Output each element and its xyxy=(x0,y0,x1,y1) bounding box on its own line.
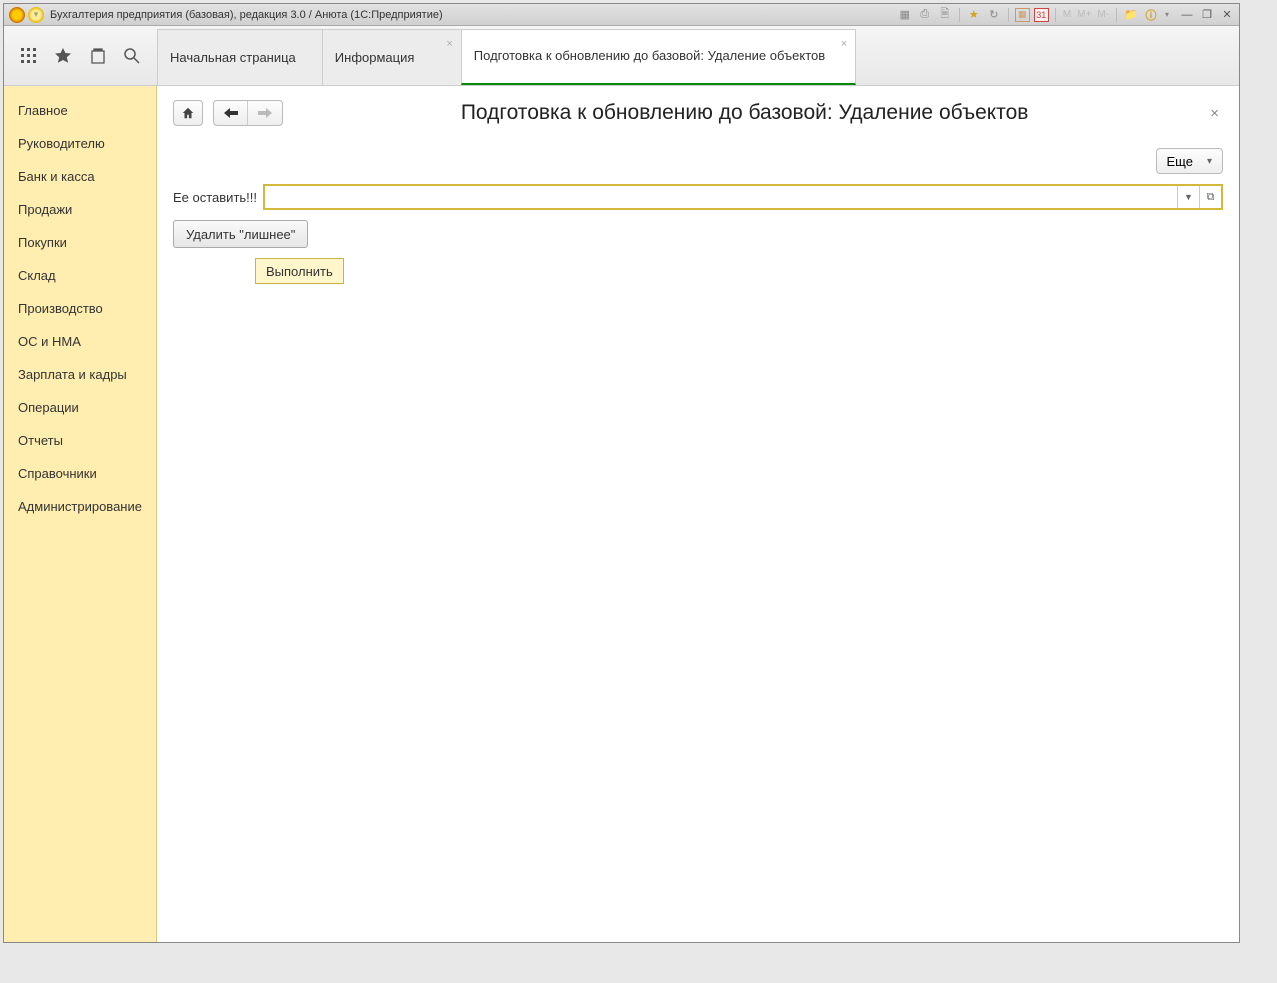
star-icon[interactable] xyxy=(53,46,73,66)
sidebar-item-label: Склад xyxy=(18,268,56,283)
info-menu-icon[interactable]: ▾ xyxy=(1159,7,1175,23)
window-title: Бухгалтерия предприятия (базовая), редак… xyxy=(50,9,443,21)
sidebar-item-label: Главное xyxy=(18,103,68,118)
sidebar-item-main[interactable]: Главное xyxy=(4,94,156,127)
sidebar-item-label: Покупки xyxy=(18,235,67,250)
delete-extra-button[interactable]: Удалить "лишнее" xyxy=(173,220,308,248)
sidebar-item-purchases[interactable]: Покупки xyxy=(4,226,156,259)
page-title: Подготовка к обновлению до базовой: Удал… xyxy=(293,101,1196,125)
open-dialog-icon[interactable]: ⧉ xyxy=(1199,186,1221,208)
keep-field-wrap: ▼ ⧉ xyxy=(263,184,1223,210)
tab-label: Начальная страница xyxy=(170,50,296,65)
home-icon xyxy=(181,106,195,120)
sidebar-item-sales[interactable]: Продажи xyxy=(4,193,156,226)
arrow-right-icon xyxy=(257,107,273,119)
print-icon[interactable]: ⎙ xyxy=(917,7,933,23)
separator xyxy=(1116,8,1117,22)
tab-close-icon[interactable]: × xyxy=(841,38,847,52)
sidebar-item-label: Зарплата и кадры xyxy=(18,367,127,382)
info-icon[interactable]: ⓘ xyxy=(1143,7,1159,23)
history-icon[interactable]: ↻ xyxy=(986,7,1002,23)
close-button[interactable]: ✕ xyxy=(1219,8,1235,22)
tab-label: Информация xyxy=(335,50,415,65)
sidebar-item-label: Банк и касса xyxy=(18,169,95,184)
tab-information[interactable]: Информация × xyxy=(322,29,462,85)
sidebar-item-production[interactable]: Производство xyxy=(4,292,156,325)
favorite-icon[interactable]: ★ xyxy=(966,7,982,23)
sidebar-item-label: ОС и НМА xyxy=(18,334,81,349)
sidebar-item-label: Администрирование xyxy=(18,499,142,514)
memory-mminus[interactable]: M- xyxy=(1096,9,1110,20)
sidebar-item-directories[interactable]: Справочники xyxy=(4,457,156,490)
sidebar-item-admin[interactable]: Администрирование xyxy=(4,490,156,523)
more-label: Еще xyxy=(1167,154,1193,169)
sidebar-item-label: Справочники xyxy=(18,466,97,481)
tab-prepare-update[interactable]: Подготовка к обновлению до базовой: Удал… xyxy=(461,29,856,85)
sidebar-item-label: Продажи xyxy=(18,202,72,217)
arrow-left-icon xyxy=(223,107,239,119)
dropdown-icon[interactable]: ▼ xyxy=(1177,186,1199,208)
sidebar-item-label: Операции xyxy=(18,400,79,415)
sidebar-item-os-nma[interactable]: ОС и НМА xyxy=(4,325,156,358)
separator xyxy=(1008,8,1009,22)
memory-mplus[interactable]: M+ xyxy=(1076,9,1092,20)
minimize-button[interactable]: — xyxy=(1179,8,1195,22)
separator xyxy=(1055,8,1056,22)
apps-grid-icon[interactable] xyxy=(19,46,39,66)
keep-field-label: Ее оставить!!! xyxy=(173,190,257,205)
tabs: Начальная страница Информация × Подготов… xyxy=(157,26,1239,85)
app-logo-icon xyxy=(9,7,25,23)
sidebar-item-bank[interactable]: Банк и касса xyxy=(4,160,156,193)
sidebar-item-label: Отчеты xyxy=(18,433,63,448)
topbar: Начальная страница Информация × Подготов… xyxy=(4,26,1239,86)
sidebar-item-reports[interactable]: Отчеты xyxy=(4,424,156,457)
more-button[interactable]: Еще xyxy=(1156,148,1223,174)
calculator-icon[interactable]: ▦ xyxy=(1015,8,1030,22)
nav-arrows xyxy=(213,100,283,126)
search-icon[interactable] xyxy=(122,46,142,66)
maximize-button[interactable]: ❐ xyxy=(1199,8,1215,22)
back-button[interactable] xyxy=(214,101,248,125)
tab-label: Подготовка к обновлению до базовой: Удал… xyxy=(474,48,825,64)
doc-icon[interactable]: 🗎 xyxy=(937,7,953,23)
execute-button[interactable]: Выполнить xyxy=(255,258,344,284)
tab-close-icon[interactable]: × xyxy=(446,38,452,50)
sidebar-item-label: Руководителю xyxy=(18,136,105,151)
delete-extra-label: Удалить "лишнее" xyxy=(186,227,295,242)
sidebar-item-manager[interactable]: Руководителю xyxy=(4,127,156,160)
content: Подготовка к обновлению до базовой: Удал… xyxy=(157,86,1239,942)
execute-label: Выполнить xyxy=(266,264,333,279)
forward-button[interactable] xyxy=(248,101,282,125)
separator xyxy=(959,8,960,22)
sidebar-item-warehouse[interactable]: Склад xyxy=(4,259,156,292)
home-button[interactable] xyxy=(173,100,203,126)
sidebar-item-operations[interactable]: Операции xyxy=(4,391,156,424)
app-menu-icon[interactable]: ▾ xyxy=(28,7,44,23)
page-close-button[interactable]: × xyxy=(1206,101,1223,126)
tab-start-page[interactable]: Начальная страница xyxy=(157,29,323,85)
memory-m[interactable]: M xyxy=(1062,9,1072,20)
print-preview-icon[interactable]: ▦ xyxy=(897,7,913,23)
calendar-icon[interactable]: 31 xyxy=(1034,8,1049,22)
sidebar-item-label: Производство xyxy=(18,301,103,316)
clipboard-icon[interactable] xyxy=(88,46,108,66)
keep-field-input[interactable] xyxy=(265,186,1177,208)
sidebar: Главное Руководителю Банк и касса Продаж… xyxy=(4,86,157,942)
titlebar: ▾ Бухгалтерия предприятия (базовая), ред… xyxy=(4,4,1239,26)
folder-icon[interactable]: 📁 xyxy=(1123,7,1139,23)
sidebar-item-salary[interactable]: Зарплата и кадры xyxy=(4,358,156,391)
